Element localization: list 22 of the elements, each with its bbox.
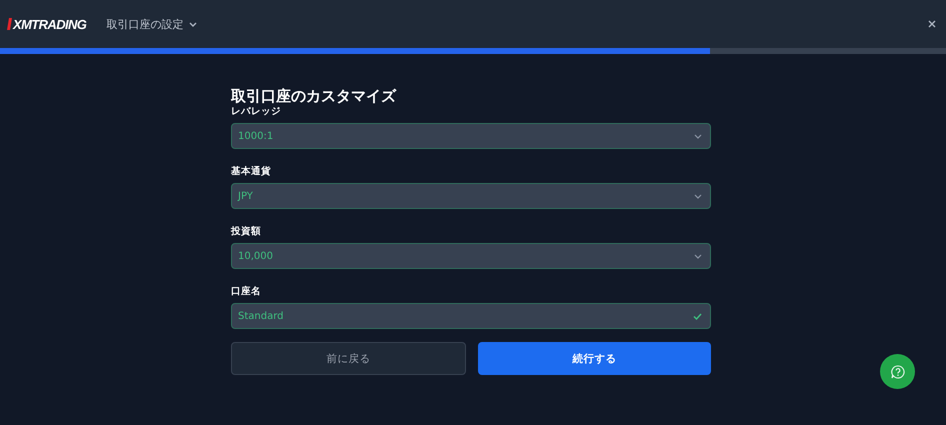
chevron-down-icon [694, 134, 702, 138]
field-label: 口座名 [231, 286, 261, 298]
select-field[interactable]: JPY [231, 183, 711, 209]
select-field[interactable]: 1000:1 [231, 123, 711, 149]
logo[interactable]: XMTRADING [13, 16, 86, 32]
chevron-down-icon [694, 194, 702, 198]
input-field[interactable]: Standard [231, 303, 711, 329]
form-title: 取引口座のカスタマイズ [231, 86, 398, 106]
field-label: 基本通貨 [231, 166, 271, 178]
field-label: レバレッジ [231, 106, 281, 118]
chevron-down-icon [694, 254, 702, 258]
check-icon [693, 312, 702, 320]
select-field[interactable]: 10,000 [231, 243, 711, 269]
field-label: 投資額 [231, 226, 261, 238]
logo-slash-icon [7, 18, 12, 30]
chevron-down-icon [189, 22, 198, 26]
continue-button[interactable]: 続行する [478, 342, 711, 375]
settings-menu[interactable]: 取引口座の設定 [106, 16, 198, 32]
back-button[interactable]: 前に戻る [231, 342, 466, 375]
close-icon[interactable] [928, 20, 936, 28]
help-chat-icon [890, 364, 904, 378]
help-button[interactable] [880, 354, 915, 389]
